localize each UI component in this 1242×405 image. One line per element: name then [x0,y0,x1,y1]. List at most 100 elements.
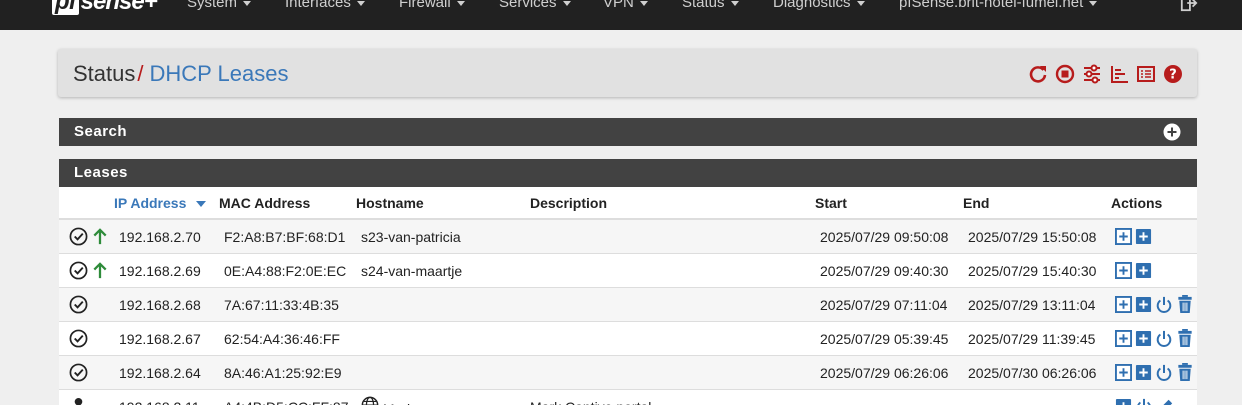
actions-header-label: Actions [1111,194,1163,211]
settings-sliders-icon[interactable] [1082,64,1102,84]
description-cell: Mark Captive portal [530,389,815,405]
power-wake-icon[interactable] [1155,330,1173,348]
ip-cell: 192.168.2.64 [114,355,219,390]
start-header[interactable]: Start [815,187,963,220]
mac-cell: 0E:A4:88:F2:0E:EC [219,253,356,288]
online-arrow-up-icon [93,228,107,245]
mac-value: 0E:A4:88:F2:0E:EC [224,262,347,279]
mac-value: A4:4B:D5:CC:FF:87 [224,399,349,405]
start-cell: 2025/07/29 09:40:30 [815,253,963,288]
mac-value: 8A:46:A1:25:92:E9 [224,364,342,381]
table-row: 192.168.2.68 7A:67:11:33:4B:35 2025/07/29 … [59,287,1197,322]
hostname-value: s24-van-maartje [361,262,463,279]
nav-vpn[interactable]: VPN [603,0,648,11]
breadcrumb-current[interactable]: DHCP Leases [150,61,289,86]
bar-chart-icon[interactable] [1109,64,1129,84]
nav-hostname[interactable]: pfSense.brit-hotel-fumel.net [899,0,1098,11]
end-value: 2025/07/29 13:11:04 [968,296,1096,313]
add-wol-mapping-icon[interactable] [1135,330,1152,347]
list-log-icon[interactable] [1136,64,1156,84]
nav-system[interactable]: System [187,0,252,11]
nav-firewall[interactable]: Firewall [399,0,465,11]
end-cell: 2025/07/29 15:50:08 [963,218,1111,254]
lease-status-cell [59,321,114,356]
ip-value: 192.168.2.70 [119,228,201,245]
power-wake-icon[interactable] [1135,398,1153,405]
description-header[interactable]: Description [530,187,815,220]
nav-status[interactable]: Status [682,0,739,11]
hostname-value: Mark [383,401,414,405]
end-header-label: End [963,194,990,211]
hostname-header[interactable]: Hostname [356,187,530,220]
add-wol-mapping-icon[interactable] [1135,364,1152,381]
hostname-cell [356,355,530,390]
add-static-mapping-icon[interactable] [1115,262,1132,279]
breadcrumb-parent[interactable]: Status [73,61,135,86]
delete-lease-icon[interactable] [1176,329,1194,348]
status-column-header [59,187,114,220]
nav-diagnostics[interactable]: Diagnostics [773,0,865,11]
add-static-mapping-icon[interactable] [1115,364,1132,381]
edit-pencil-icon[interactable] [1156,398,1174,405]
actions-cell [1111,218,1197,254]
search-panel-heading[interactable]: Search [59,118,1197,146]
mac-address-header[interactable]: MAC Address [219,187,356,220]
row-actions [1115,329,1197,348]
start-value: 2025/07/29 06:26:06 [820,364,949,381]
actions-header: Actions [1111,187,1197,220]
power-wake-icon[interactable] [1155,364,1173,382]
chevron-down-icon [856,0,865,6]
add-wol-mapping-icon[interactable] [1135,296,1152,313]
hostname-cell [356,287,530,322]
chevron-down-icon [356,0,365,6]
end-header[interactable]: End [963,187,1111,220]
row-actions [1115,295,1197,314]
restart-service-icon[interactable] [1028,64,1048,84]
lease-status-cell [59,287,114,322]
delete-lease-icon[interactable] [1176,363,1194,382]
logout-icon[interactable] [1180,0,1198,12]
start-cell: 2025/07/29 07:11:04 [815,287,963,322]
end-cell: 2025/07/30 06:26:06 [963,355,1111,390]
mac-cell: 7A:67:11:33:4B:35 [219,287,356,322]
end-cell [963,389,1111,405]
nav-interfaces-label: Interfaces [285,0,351,11]
user-icon [74,397,83,405]
start-cell [815,389,963,405]
hostname-cell [356,321,530,356]
pfsense-logo[interactable]: pf sense+ [52,0,158,16]
expand-plus-icon[interactable] [1163,123,1181,141]
nav-hostname-label: pfSense.brit-hotel-fumel.net [899,0,1084,11]
lease-status-cell [59,218,114,254]
description-cell [530,218,815,254]
description-cell [530,253,815,288]
add-wol-mapping-icon[interactable] [1135,228,1152,245]
online-arrow-up-icon [93,262,107,279]
nav-services[interactable]: Services [499,0,571,11]
add-static-mapping-icon[interactable] [1115,228,1132,245]
ip-cell: 192.168.2.68 [114,287,219,322]
add-static-mapping-icon[interactable] [1115,296,1132,313]
help-icon[interactable]: ? [1163,64,1183,84]
add-static-mapping-icon[interactable] [1115,330,1132,347]
power-wake-icon[interactable] [1155,296,1173,314]
mac-cell: F2:A8:B7:BF:68:D1 [219,218,356,254]
add-wol-mapping-icon[interactable] [1135,262,1152,279]
delete-lease-icon[interactable] [1176,295,1194,314]
nav-services-label: Services [499,0,557,11]
add-wol-mapping-icon[interactable] [1115,398,1132,405]
end-value: 2025/07/29 11:39:45 [968,330,1096,347]
actions-cell [1111,321,1197,356]
chevron-down-icon [639,0,648,6]
lease-active-check-icon [69,363,88,382]
hostname-cell: s23-van-patricia [356,218,530,254]
mac-cell: 8A:46:A1:25:92:E9 [219,355,356,390]
table-row: 192.168.2.11 A4:4B:D5:CC:FF:87 Mark Mark C… [59,389,1197,405]
nav-interfaces[interactable]: Interfaces [285,0,365,11]
ip-address-header[interactable]: IP Address [114,187,219,220]
chevron-down-icon [730,0,739,6]
stop-service-icon[interactable] [1055,64,1075,84]
leases-panel-title: Leases [74,164,128,181]
chevron-down-icon [562,0,571,6]
nav-firewall-label: Firewall [399,0,451,11]
